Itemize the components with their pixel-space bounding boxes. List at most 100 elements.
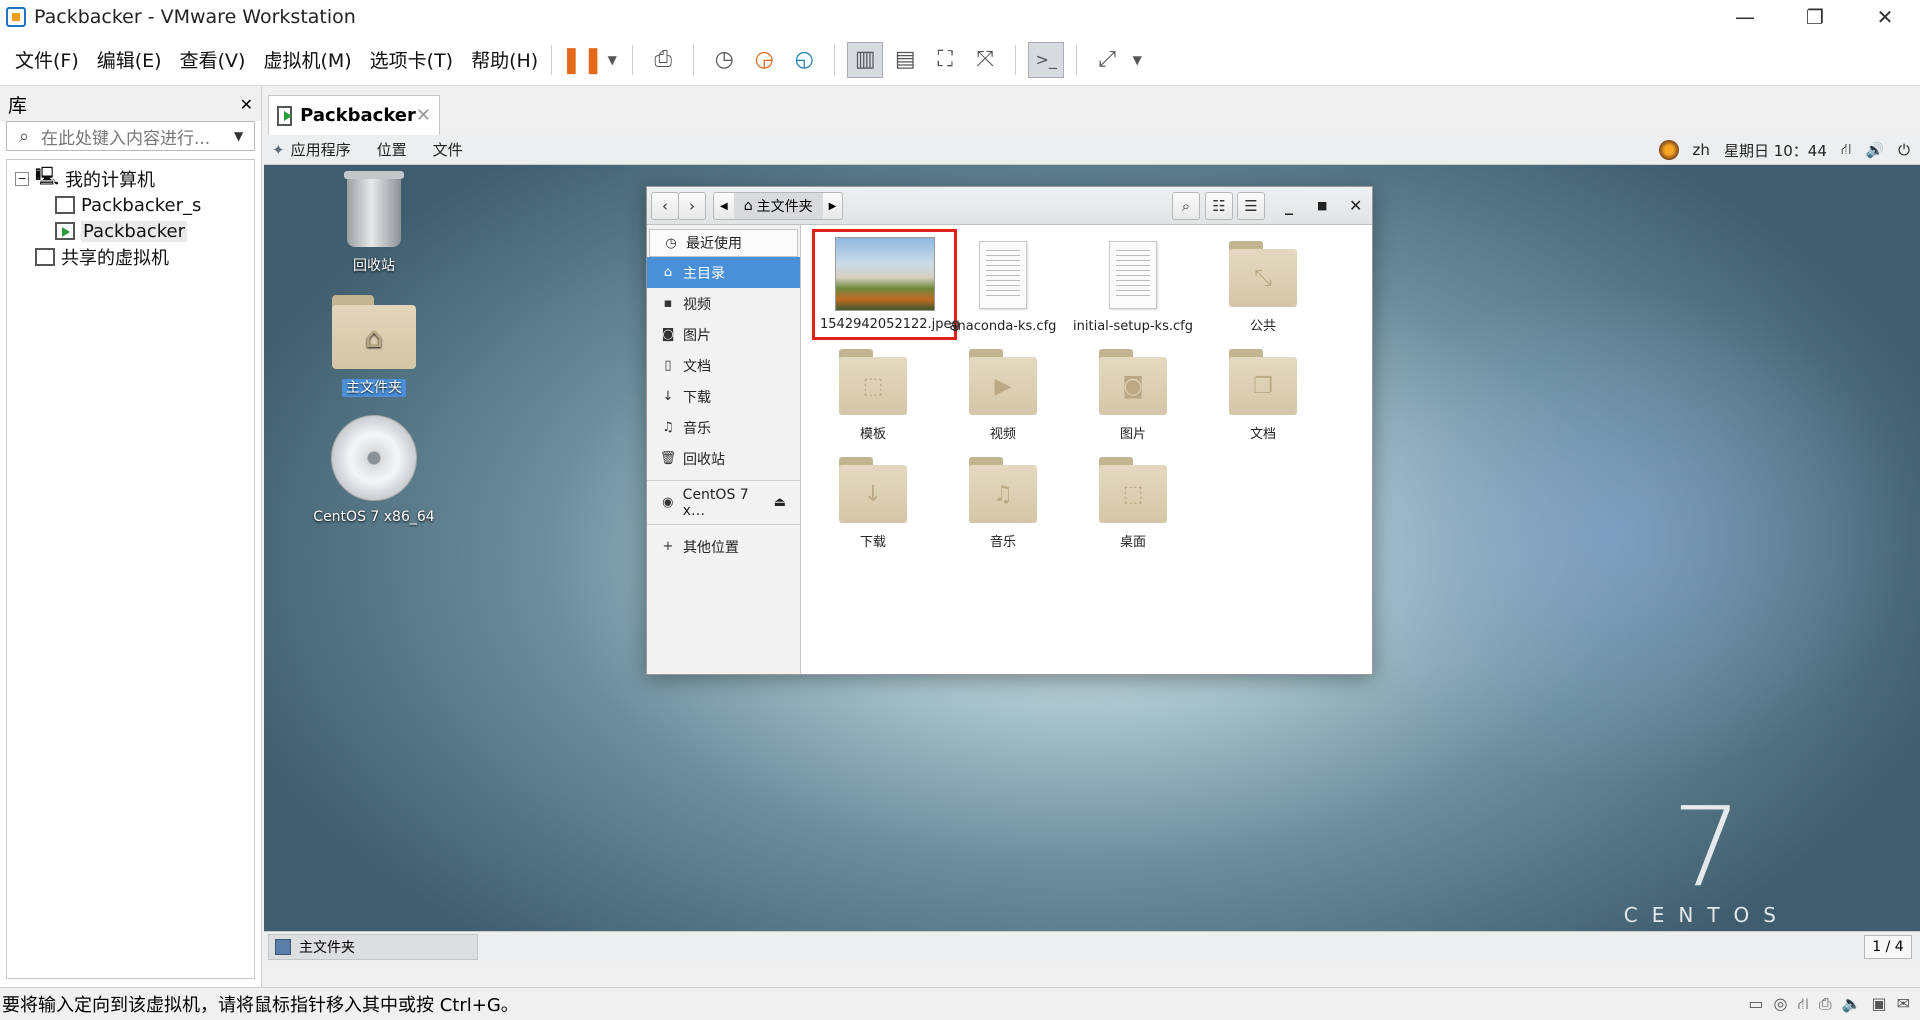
menu-applications[interactable]: 应用程序 bbox=[291, 139, 351, 160]
desktop-cd[interactable]: CentOS 7 x86_64 bbox=[309, 415, 439, 525]
menu-file[interactable]: 文件(F) bbox=[15, 46, 79, 73]
wm-close-icon[interactable]: ✕ bbox=[1349, 196, 1362, 215]
language-indicator[interactable]: zh bbox=[1693, 141, 1710, 159]
workspace-pager[interactable]: 1 / 4 bbox=[1864, 935, 1912, 959]
menu-vm[interactable]: 虚拟机(M) bbox=[263, 46, 351, 73]
menu-button[interactable]: ☰ bbox=[1237, 192, 1265, 220]
send-ctrl-alt-del-icon[interactable]: ⎙ bbox=[645, 42, 681, 78]
power-icon[interactable]: ⏻ bbox=[1898, 141, 1910, 159]
breadcrumb-home[interactable]: ⌂ 主文件夹 bbox=[733, 193, 823, 219]
stretch-guest-icon[interactable]: ⤢ bbox=[1089, 42, 1125, 78]
sidebar-item-other-locations[interactable]: + 其他位置 bbox=[647, 531, 800, 562]
folder-item-downloads[interactable]: ↓ 下载 bbox=[808, 453, 938, 550]
sidebar-item-trash[interactable]: 🗑 回收站 bbox=[647, 443, 800, 474]
unity-icon[interactable]: ⤧ bbox=[967, 42, 1003, 78]
network-adapter-icon[interactable]: ⛙ bbox=[1797, 994, 1808, 1015]
tab-close-icon[interactable]: ✕ bbox=[416, 105, 431, 126]
forward-button[interactable]: › bbox=[678, 192, 706, 220]
file-item-jpeg[interactable]: 1542942052122.jpeg bbox=[820, 237, 960, 332]
input-method-icon[interactable] bbox=[1658, 140, 1679, 160]
tree-shared-vms[interactable]: 共享的虚拟机 bbox=[7, 244, 254, 270]
search-icon: ⌕ bbox=[18, 125, 30, 147]
folder-item-desktop[interactable]: ⬚ 桌面 bbox=[1068, 453, 1198, 550]
pause-icon[interactable]: ❚❚ bbox=[560, 42, 604, 78]
sidebar-item-recent[interactable]: ◷ 最近使用 bbox=[649, 229, 798, 257]
back-button[interactable]: ‹ bbox=[651, 192, 679, 220]
library-search[interactable]: ⌕ 在此处键入内容进行... ▼ bbox=[6, 121, 255, 151]
wm-maximize-icon[interactable]: ■ bbox=[1317, 199, 1327, 212]
clock[interactable]: 星期日 10：44 bbox=[1724, 140, 1827, 161]
printer-icon[interactable]: ⎙ bbox=[1819, 994, 1832, 1015]
view-mode-button[interactable]: ☷ bbox=[1205, 192, 1233, 220]
hard-disk-icon[interactable]: ▭ bbox=[1748, 994, 1763, 1015]
desktop-home-folder[interactable]: ⌂ 主文件夹 bbox=[309, 295, 439, 397]
sidebar-item-documents[interactable]: ▯ 文档 bbox=[647, 350, 800, 381]
close-button[interactable]: ✕ bbox=[1850, 0, 1920, 34]
taskbar-item-home-folder[interactable]: 主文件夹 bbox=[268, 933, 478, 960]
volume-icon[interactable]: 🔊 bbox=[1865, 141, 1884, 159]
path-left-arrow-icon[interactable]: ◀ bbox=[714, 193, 734, 219]
menu-files[interactable]: 文件 bbox=[433, 139, 463, 160]
sidebar-label: 音乐 bbox=[683, 420, 711, 437]
sidebar-item-videos[interactable]: ▪ 视频 bbox=[647, 288, 800, 319]
tab-packbacker[interactable]: Packbacker ✕ bbox=[268, 95, 440, 135]
snapshot-icon[interactable]: ◷ bbox=[706, 42, 742, 78]
file-manager-icon bbox=[275, 938, 291, 955]
show-library-icon[interactable]: ▥ bbox=[847, 41, 884, 78]
centos-watermark: 7 CENTOS bbox=[1624, 792, 1790, 927]
snapshot-manager-icon[interactable]: ◵ bbox=[786, 42, 822, 78]
menu-edit[interactable]: 编辑(E) bbox=[97, 46, 162, 73]
fullscreen-icon[interactable]: ⛶ bbox=[927, 42, 963, 78]
menu-places[interactable]: 位置 bbox=[377, 139, 407, 160]
folder-item-music[interactable]: ♫ 音乐 bbox=[938, 453, 1068, 550]
folder-item-templates[interactable]: ⬚ 模板 bbox=[808, 345, 938, 442]
document-icon: ▯ bbox=[664, 358, 672, 373]
sidebar-item-music[interactable]: ♫ 音乐 bbox=[647, 412, 800, 443]
pictures-folder-icon: ◙ bbox=[1099, 349, 1167, 415]
file-label: 桌面 bbox=[1119, 535, 1146, 550]
revert-snapshot-icon[interactable]: ◶ bbox=[746, 42, 782, 78]
tree-my-computer[interactable]: − 🖳 我的计算机 bbox=[7, 166, 254, 192]
desktop-trash[interactable]: 回收站 bbox=[309, 171, 439, 275]
network-icon[interactable]: ⛙ bbox=[1841, 140, 1852, 160]
menu-help[interactable]: 帮助(H) bbox=[471, 46, 538, 73]
minimize-button[interactable]: — bbox=[1710, 0, 1780, 34]
eject-icon[interactable]: ⏏ bbox=[774, 495, 786, 510]
search-button[interactable]: ⌕ bbox=[1172, 192, 1200, 220]
display-icon[interactable]: ▣ bbox=[1871, 994, 1886, 1015]
sidebar-item-pictures[interactable]: ◙ 图片 bbox=[647, 319, 800, 350]
library-search-input[interactable]: 在此处键入内容进行... bbox=[41, 124, 234, 149]
tab-strip: Packbacker ✕ bbox=[264, 87, 1920, 135]
chevron-down-icon[interactable]: ▼ bbox=[1129, 42, 1145, 78]
chevron-down-icon[interactable]: ▼ bbox=[604, 42, 620, 78]
guest-screen[interactable]: ✦ 应用程序 位置 文件 zh 星期日 10：44 ⛙ 🔊 ⏻ 回收站 ⌂ 主文… bbox=[264, 135, 1920, 961]
folder-item-public[interactable]: ⤡ 公共 bbox=[1198, 237, 1328, 334]
sidebar-item-device[interactable]: ◉ CentOS 7 x… ⏏ bbox=[647, 487, 800, 519]
folder-item-documents[interactable]: ❐ 文档 bbox=[1198, 345, 1328, 442]
tree-vm-packbacker[interactable]: Packbacker bbox=[7, 218, 254, 244]
thumbnail-bar-icon[interactable]: ▤ bbox=[887, 42, 923, 78]
sound-icon[interactable]: 🔈 bbox=[1842, 994, 1862, 1015]
sidebar-item-downloads[interactable]: ↓ 下载 bbox=[647, 381, 800, 412]
file-item-initial-setup[interactable]: initial-setup-ks.cfg bbox=[1068, 237, 1198, 334]
menu-tabs[interactable]: 选项卡(T) bbox=[370, 46, 453, 73]
path-right-arrow-icon[interactable]: ▶ bbox=[823, 193, 843, 219]
chevron-down-icon[interactable]: ▼ bbox=[234, 129, 254, 143]
sidebar-item-home[interactable]: ⌂ 主目录 bbox=[647, 257, 800, 288]
message-icon[interactable]: ✉ bbox=[1897, 994, 1910, 1015]
file-manager-sidebar: ◷ 最近使用 ⌂ 主目录 ▪ 视频 ◙ 图片 ▯ 文档 ↓ 下载 ♫ 音乐 🗑 回收站 ◉ Cen… bbox=[647, 225, 801, 674]
console-icon[interactable]: >_ bbox=[1028, 41, 1065, 78]
restore-button[interactable]: ❐ bbox=[1780, 0, 1850, 34]
wm-minimize-icon[interactable]: _ bbox=[1285, 196, 1293, 215]
folder-item-videos[interactable]: ▶ 视频 bbox=[938, 345, 1068, 442]
cd-drive-icon[interactable]: ◎ bbox=[1774, 994, 1788, 1015]
menu-view[interactable]: 查看(V) bbox=[180, 46, 246, 73]
file-item-anaconda[interactable]: anaconda-ks.cfg bbox=[938, 237, 1068, 334]
file-view: 1542942052122.jpeg anaconda-ks.cfg initi… bbox=[802, 225, 1372, 674]
trash-icon bbox=[344, 171, 404, 247]
library-close-icon[interactable]: ✕ bbox=[240, 95, 253, 114]
collapse-icon[interactable]: − bbox=[15, 172, 29, 186]
desktop-label: 回收站 bbox=[353, 258, 395, 274]
folder-item-pictures[interactable]: ◙ 图片 bbox=[1068, 345, 1198, 442]
tree-vm-packbacker-s[interactable]: Packbacker_s bbox=[7, 192, 254, 218]
